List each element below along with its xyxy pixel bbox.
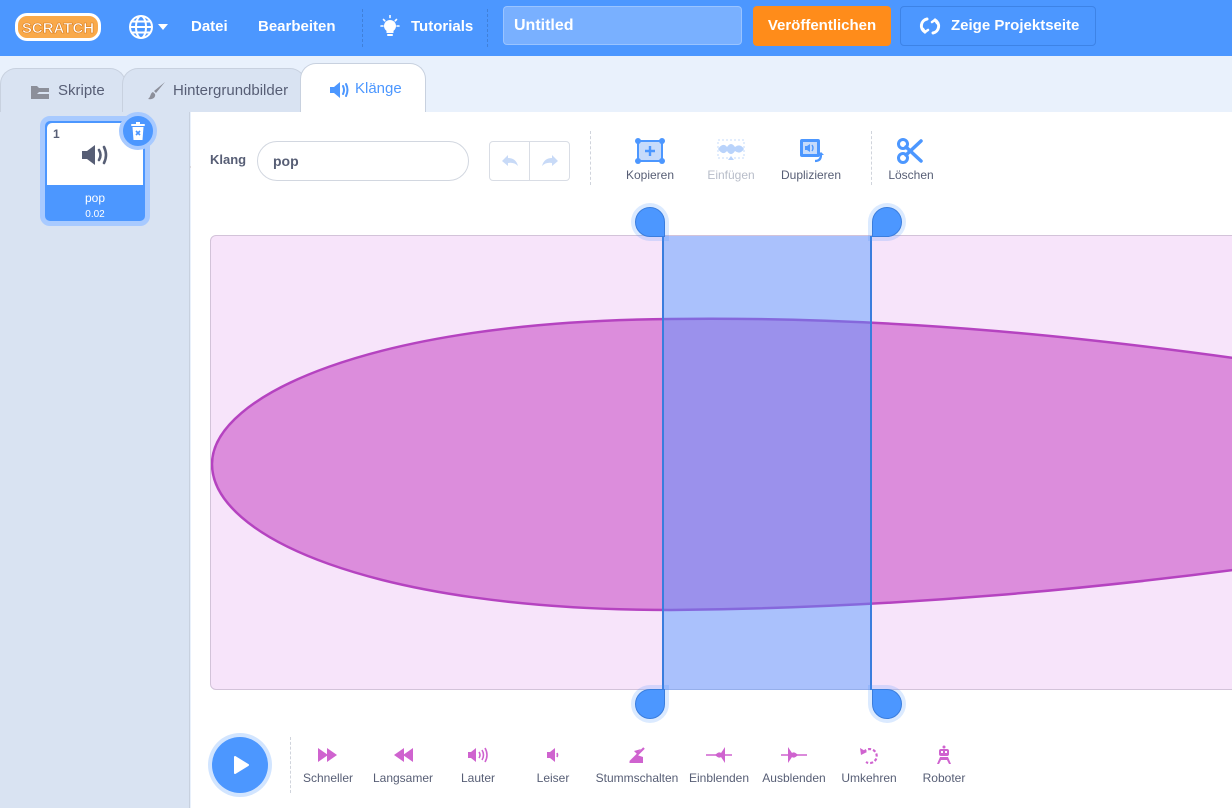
project-page-label: Zeige Projektseite	[951, 17, 1080, 34]
undo-icon[interactable]	[500, 153, 520, 169]
divider	[871, 131, 872, 185]
effect-label: Umkehren	[841, 771, 897, 785]
delete-label: Löschen	[888, 168, 934, 182]
copy-icon	[635, 138, 665, 164]
project-page-button[interactable]: Zeige Projektseite	[900, 6, 1096, 46]
undo-redo-group	[489, 141, 570, 181]
speaker-icon	[82, 145, 108, 165]
copy-button[interactable]: Kopieren	[620, 137, 680, 182]
effect-label: Einblenden	[688, 771, 750, 785]
duplicate-label: Duplizieren	[780, 168, 842, 182]
tab-label: Klänge	[355, 80, 402, 97]
scratch-logo[interactable]: SCRATCH	[14, 12, 102, 42]
slower-icon	[394, 748, 413, 762]
play-icon	[234, 756, 249, 774]
tab-label: Skripte	[58, 82, 105, 99]
effect-label: Leiser	[536, 771, 570, 785]
sound-icon	[330, 82, 349, 98]
paste-label: Einfügen	[707, 168, 755, 182]
sound-index: 1	[53, 127, 60, 141]
divider	[362, 9, 363, 47]
selection-start-handle-bottom[interactable]	[635, 689, 665, 719]
effect-label: Lauter	[460, 771, 496, 785]
sound-name: pop	[84, 191, 106, 205]
duplicate-button[interactable]: Duplizieren	[776, 137, 846, 182]
paste-icon	[717, 139, 745, 160]
tab-code[interactable]: Skripte	[0, 68, 126, 112]
editor-tabs: Skripte Hintergrundbilder Klänge	[0, 56, 1232, 168]
menu-file[interactable]: Datei	[191, 0, 228, 56]
louder-icon	[468, 747, 488, 763]
fade-in-icon	[706, 747, 732, 763]
sound-duration: 0.02	[85, 209, 105, 220]
sound-name-input[interactable]: pop	[257, 141, 469, 181]
tab-backdrops[interactable]: Hintergrundbilder	[122, 68, 306, 112]
brush-icon	[148, 82, 165, 100]
divider	[529, 142, 530, 180]
effect-label: Roboter	[922, 771, 966, 785]
selection-range[interactable]	[662, 236, 872, 690]
fade-out-icon	[781, 747, 807, 763]
effect-label: Stummschalten	[595, 771, 679, 785]
divider	[487, 9, 488, 47]
tab-sounds[interactable]: Klänge	[300, 63, 426, 112]
sound-name-label: Klang	[210, 152, 247, 167]
copy-label: Kopieren	[625, 168, 675, 182]
delete-button[interactable]: Löschen	[884, 137, 938, 182]
effect-robot[interactable]: Roboter	[899, 745, 989, 785]
lightbulb-icon	[380, 15, 400, 36]
mute-icon	[629, 747, 645, 763]
effect-label: Schneller	[302, 771, 354, 785]
effect-mute[interactable]: Stummschalten	[592, 745, 682, 785]
reverse-icon	[860, 747, 878, 765]
delete-sound-button[interactable]	[119, 112, 157, 150]
softer-icon	[547, 748, 559, 762]
publish-button[interactable]: Veröffentlichen	[753, 6, 891, 46]
selection-end-handle-bottom[interactable]	[872, 689, 902, 719]
faster-icon	[318, 748, 337, 762]
menu-tutorials[interactable]: Tutorials	[378, 0, 473, 56]
play-button[interactable]	[212, 737, 268, 793]
selection-end-handle-top[interactable]	[872, 207, 902, 237]
paste-button[interactable]: Einfügen	[702, 137, 760, 182]
menu-bar: SCRATCH Datei Bearbeiten Tutorials Untit…	[0, 0, 1232, 56]
svg-text:SCRATCH: SCRATCH	[22, 20, 94, 37]
project-title-input[interactable]: Untitled	[503, 6, 742, 45]
code-icon	[31, 86, 49, 99]
effect-softer[interactable]: Leiser	[508, 745, 598, 785]
duplicate-icon	[800, 139, 824, 163]
selection-start-handle-top[interactable]	[635, 207, 665, 237]
effect-label: Langsamer	[372, 771, 434, 785]
chevron-down-icon[interactable]	[158, 24, 168, 30]
redo-icon[interactable]	[540, 153, 560, 169]
effect-label: Ausblenden	[762, 771, 826, 785]
trash-icon	[131, 122, 145, 140]
scissors-icon	[897, 138, 923, 164]
globe-icon[interactable]	[128, 14, 154, 40]
tab-label: Hintergrundbilder	[173, 82, 289, 99]
robot-icon	[937, 745, 951, 764]
divider	[590, 131, 591, 185]
menu-edit[interactable]: Bearbeiten	[258, 0, 336, 56]
see-project-icon	[919, 17, 941, 35]
tutorials-label: Tutorials	[411, 18, 474, 35]
